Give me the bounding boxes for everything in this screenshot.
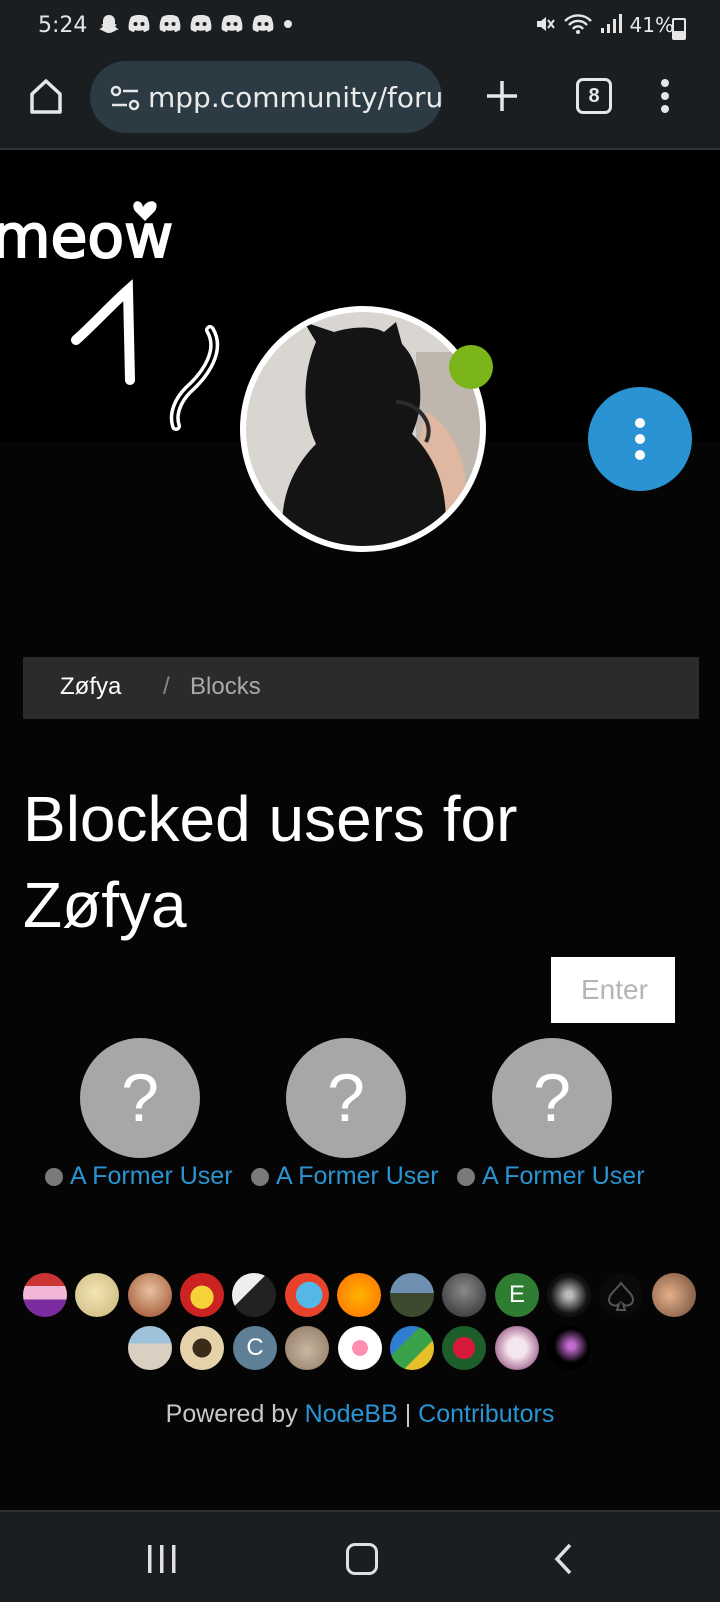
contributor-avatar[interactable] xyxy=(285,1273,329,1317)
nodebb-link[interactable]: NodeBB xyxy=(305,1400,398,1428)
user-avatar[interactable]: ? xyxy=(80,1038,200,1158)
profile-options-button[interactable] xyxy=(588,387,692,491)
dot-icon xyxy=(284,20,293,28)
status-right: 41% xyxy=(534,13,674,37)
contributor-avatar[interactable] xyxy=(652,1273,696,1317)
user-name-link[interactable]: A Former User xyxy=(276,1162,446,1191)
contributor-avatar[interactable] xyxy=(495,1326,539,1370)
contributor-avatar[interactable]: C xyxy=(233,1326,277,1370)
offline-status-indicator xyxy=(251,1168,269,1186)
contributor-avatar[interactable] xyxy=(442,1326,486,1370)
discord-icon xyxy=(190,15,212,32)
powered-by-text: Powered by xyxy=(165,1400,305,1428)
page-title: Blocked users for Zøfya xyxy=(23,783,518,941)
search-input[interactable] xyxy=(551,957,675,1023)
blocked-user-card[interactable]: ? A Former User xyxy=(45,1038,245,1198)
offline-status-indicator xyxy=(45,1168,63,1186)
url-text[interactable]: mpp.community/foru xyxy=(148,81,442,114)
browser-menu-icon[interactable] xyxy=(660,78,670,114)
discord-icon xyxy=(252,15,274,32)
contributor-avatar[interactable] xyxy=(128,1273,172,1317)
blocked-user-card[interactable]: ? A Former User xyxy=(251,1038,451,1198)
contributor-avatar[interactable] xyxy=(75,1273,119,1317)
contributor-avatar[interactable] xyxy=(285,1326,329,1370)
user-avatar[interactable]: ? xyxy=(286,1038,406,1158)
contributor-avatar[interactable] xyxy=(547,1273,591,1317)
discord-icon xyxy=(221,15,243,32)
breadcrumb-current: Blocks xyxy=(190,673,261,700)
battery-icon xyxy=(672,18,686,40)
footer-separator: | xyxy=(397,1400,419,1428)
contributor-avatar[interactable] xyxy=(232,1273,276,1317)
tab-switcher-button[interactable]: 8 xyxy=(576,78,612,114)
breadcrumb: Zøfya / Blocks xyxy=(23,657,699,719)
contributor-avatar[interactable] xyxy=(180,1326,224,1370)
spade-icon xyxy=(607,1281,635,1311)
options-dot xyxy=(635,434,645,444)
blocked-user-card[interactable]: ? A Former User xyxy=(457,1038,657,1198)
contributor-avatar[interactable] xyxy=(128,1326,172,1370)
new-tab-icon[interactable] xyxy=(484,78,520,114)
snapchat-icon xyxy=(99,15,119,33)
online-status-indicator xyxy=(449,345,493,389)
back-icon[interactable] xyxy=(552,1542,574,1576)
options-dot xyxy=(635,450,645,460)
address-bar[interactable]: mpp.community/foru xyxy=(90,61,442,133)
contributor-avatar[interactable] xyxy=(337,1273,381,1317)
contributor-avatar[interactable] xyxy=(599,1273,643,1317)
breadcrumb-user-link[interactable]: Zøfya xyxy=(60,673,121,701)
battery-level xyxy=(674,30,684,38)
user-name-link[interactable]: A Former User xyxy=(70,1162,240,1191)
status-bar: 5:24 41% xyxy=(0,0,720,52)
signal-icon xyxy=(601,14,623,33)
battery-percent: 41% xyxy=(629,13,674,37)
offline-status-indicator xyxy=(457,1168,475,1186)
profile-avatar[interactable] xyxy=(240,306,486,552)
cat-photo xyxy=(246,312,480,546)
status-time: 5:24 xyxy=(38,13,88,38)
mute-icon xyxy=(537,17,556,31)
footer: Powered by NodeBB | Contributors xyxy=(0,1400,720,1429)
contributors-link[interactable]: Contributors xyxy=(418,1400,554,1428)
contributor-avatar[interactable] xyxy=(23,1273,67,1317)
contributor-avatar[interactable] xyxy=(390,1326,434,1370)
system-navigation-bar xyxy=(0,1510,720,1602)
wifi-icon xyxy=(563,14,592,34)
breadcrumb-separator: / xyxy=(163,673,170,700)
contributor-avatar[interactable] xyxy=(338,1326,382,1370)
contributor-avatar[interactable]: E xyxy=(495,1273,539,1317)
contributor-avatar[interactable] xyxy=(180,1273,224,1317)
user-name-link[interactable]: A Former User xyxy=(482,1162,652,1191)
site-settings-icon[interactable] xyxy=(110,85,140,111)
contributor-avatar[interactable] xyxy=(547,1326,591,1370)
browser-toolbar: mpp.community/foru 8 xyxy=(0,52,720,150)
home-icon[interactable] xyxy=(28,76,64,116)
options-dot xyxy=(635,418,645,428)
home-nav-icon[interactable] xyxy=(346,1543,378,1575)
discord-icon xyxy=(159,15,181,32)
discord-icon xyxy=(128,15,150,32)
contributor-avatar[interactable] xyxy=(442,1273,486,1317)
recent-apps-icon[interactable] xyxy=(146,1544,178,1574)
notification-icons xyxy=(98,13,294,37)
user-avatar[interactable]: ? xyxy=(492,1038,612,1158)
contributor-avatar[interactable] xyxy=(390,1273,434,1317)
